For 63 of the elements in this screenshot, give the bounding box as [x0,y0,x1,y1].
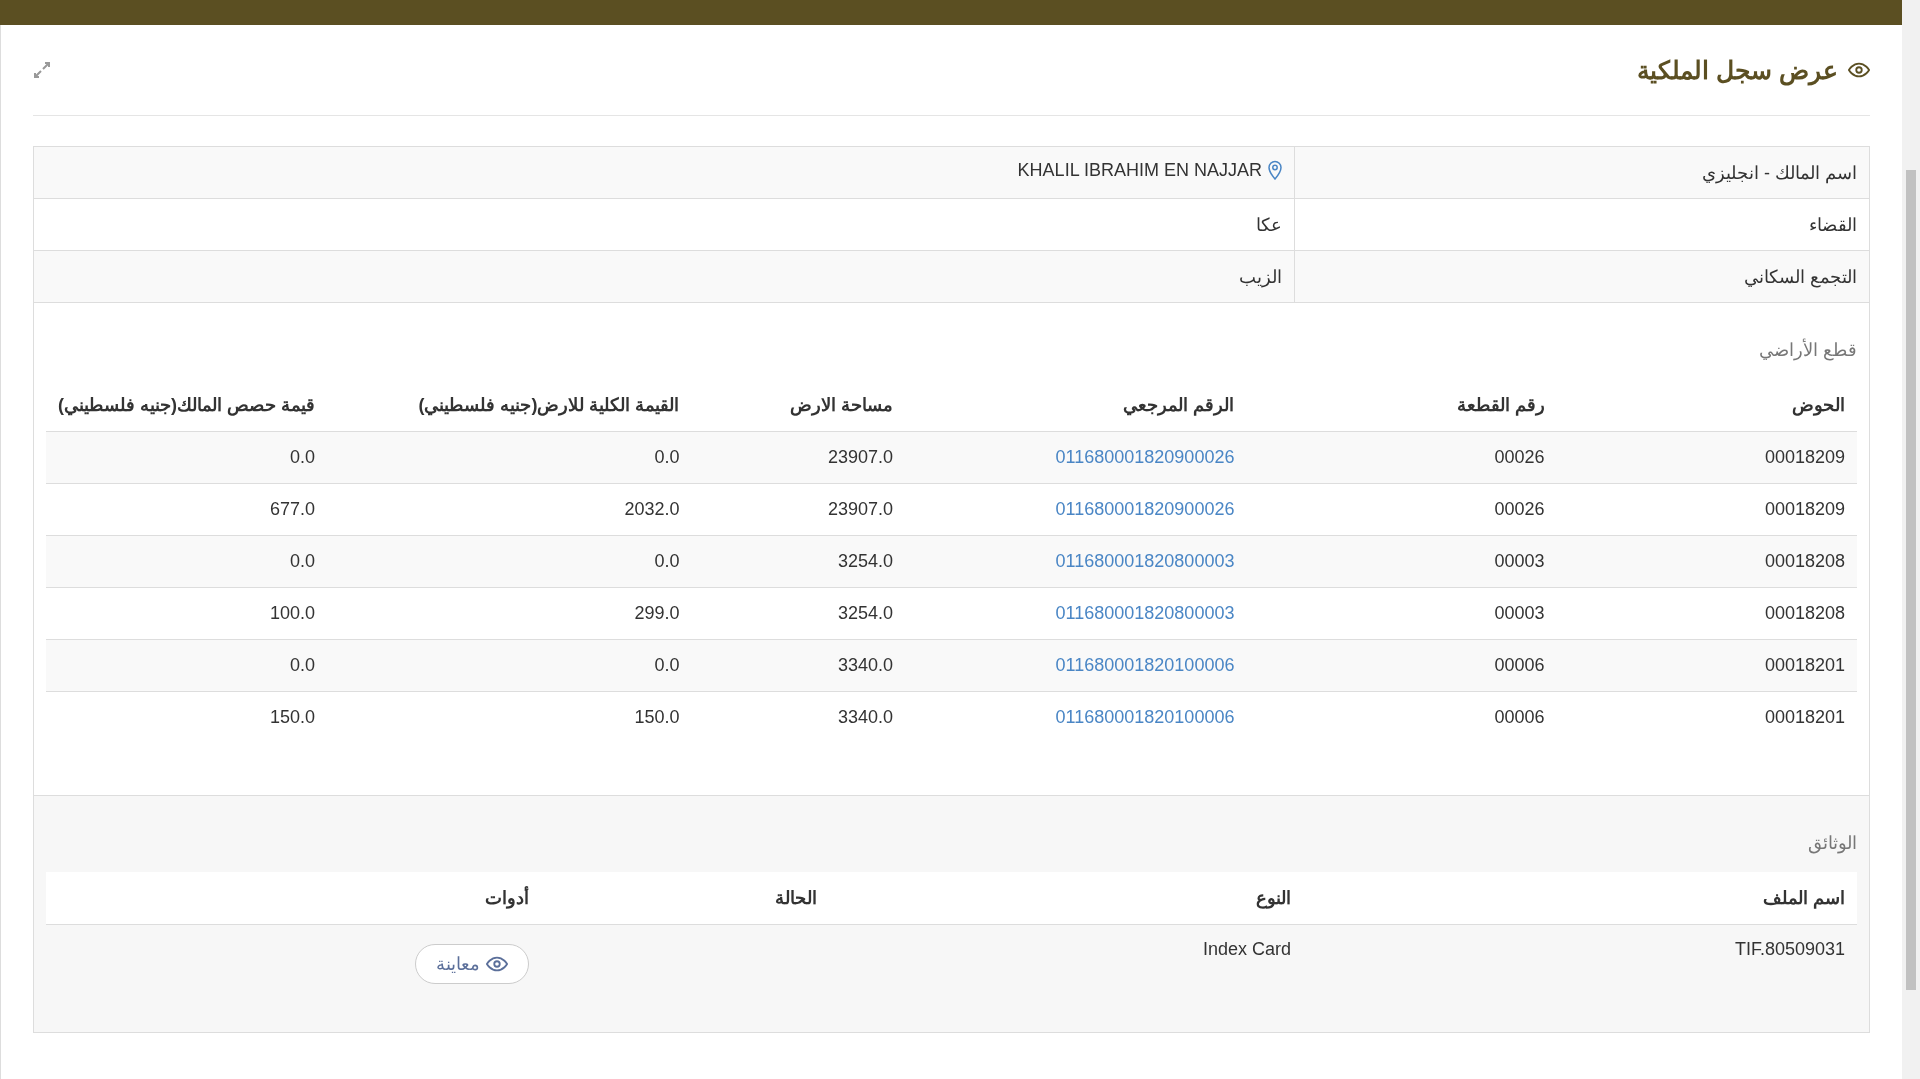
table-cell: 299.0 [634,603,680,623]
eye-icon [486,955,508,972]
expand-icon[interactable] [33,61,51,79]
reference-link[interactable]: 011680001820800003 [1055,551,1235,571]
info-value: عكا [1256,213,1282,236]
table-cell: 150.0 [269,707,315,727]
table-cell: 00018208 [1764,551,1845,571]
table-cell: 23907.0 [828,447,894,467]
reference-link[interactable]: 011680001820800003 [1055,603,1235,623]
table-cell: 0.0 [289,655,315,675]
info-label: اسم المالك - انجليزي [1294,146,1870,199]
table-cell: 00018201 [1764,655,1845,675]
column-header: قيمة حصص المالك(جنيه فلسطيني) [46,379,327,432]
column-header: النوع [829,872,1303,925]
table-cell: 0.0 [654,447,680,467]
reference-link[interactable]: 011680001820900026 [1055,447,1235,467]
table-cell: 00018201 [1764,707,1845,727]
table-cell: 677.0 [269,499,315,519]
section-heading: قطع الأراضي [1758,339,1857,363]
file-name: TIF.80509031 [1734,939,1845,959]
table-cell: 00003 [1494,551,1545,571]
scrollbar[interactable] [1902,0,1920,1079]
table-cell: 100.0 [269,603,315,623]
location-pin-icon [1268,160,1282,181]
table-cell: 0.0 [654,551,680,571]
column-header: اسم الملف [1303,872,1857,925]
info-label: القضاء [1294,198,1870,251]
table-cell: 00026 [1494,447,1545,467]
table-cell: 0.0 [289,447,315,467]
table-cell: 00026 [1494,499,1545,519]
table-cell: 3340.0 [838,655,894,675]
column-header: الرقم المرجعي [905,379,1247,432]
table-cell: 00018208 [1764,603,1845,623]
table-cell: 150.0 [634,707,680,727]
column-header: الحوض [1556,379,1857,432]
table-cell: 00006 [1494,655,1545,675]
reference-link[interactable]: 011680001820100006 [1055,707,1235,727]
table-cell: 3254.0 [838,551,894,571]
section-heading: الوثائق [1807,832,1857,856]
info-label: التجمع السكاني [1294,250,1870,303]
column-header: أدوات [46,872,541,925]
table-cell: 0.0 [289,551,315,571]
reference-link[interactable]: 011680001820900026 [1055,499,1235,519]
preview-button[interactable]: معاينة [415,943,529,984]
info-value: KHALIL IBRAHIM EN NAJJAR [1017,159,1262,181]
table-cell: 0.0 [654,655,680,675]
column-header: الحالة [541,872,829,925]
table-cell: 3340.0 [838,707,894,727]
table-cell: 00018209 [1764,447,1845,467]
eye-icon [1848,62,1870,78]
document-type: Index Card [1202,939,1291,959]
column-header: مساحة الارض [691,379,906,432]
info-value: الزيب [1239,265,1282,288]
column-header: رقم القطعة [1246,379,1557,432]
table-cell: 00003 [1494,603,1545,623]
table-cell: 2032.0 [624,499,680,519]
table-cell: 23907.0 [828,499,894,519]
page-title: عرض سجل الملكية [1637,55,1870,85]
table-cell: 00018209 [1764,499,1845,519]
table-cell: 3254.0 [838,603,894,623]
reference-link[interactable]: 011680001820100006 [1055,655,1235,675]
table-cell: 00006 [1494,707,1545,727]
column-header: القيمة الكلية للارض(جنيه فلسطيني) [327,379,692,432]
